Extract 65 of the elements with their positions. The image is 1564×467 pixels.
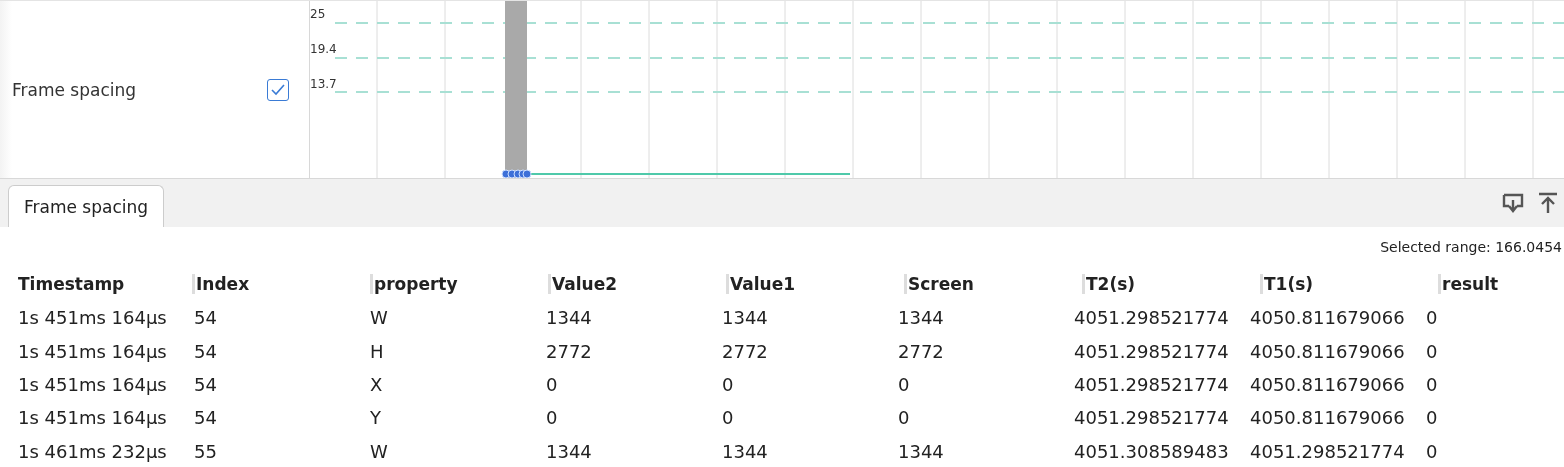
- table-cell-text: 2772: [897, 340, 945, 362]
- column-header[interactable]: Value1: [726, 274, 904, 294]
- table-cell-text: 0: [721, 407, 735, 429]
- column-header[interactable]: result: [1438, 274, 1564, 294]
- table-cell-text: 1s 451ms 164μs: [17, 373, 168, 395]
- check-icon: [270, 82, 286, 97]
- table-cell-text: 1344: [545, 440, 593, 462]
- table-cell-text: 1344: [545, 307, 593, 329]
- table-cell-text: H: [369, 340, 385, 362]
- table-cell-text: 1344: [897, 440, 945, 462]
- track-label: Frame spacing: [12, 79, 137, 100]
- upload-icon[interactable]: [1538, 192, 1558, 214]
- table-cell-text: 1344: [721, 307, 769, 329]
- table-cell-text: 4051.298521774: [1073, 373, 1230, 395]
- column-header[interactable]: Index: [192, 274, 370, 294]
- table-cell-text: 0: [1425, 440, 1439, 462]
- table-cell-text: 1s 451ms 164μs: [17, 307, 168, 329]
- table-cell-text: W: [369, 307, 389, 329]
- y-axis-label: 19.4: [310, 42, 337, 56]
- table-cell-text: 0: [1425, 373, 1439, 395]
- table-cell-text: 2772: [721, 340, 769, 362]
- column-header[interactable]: Screen: [904, 274, 1082, 294]
- table-cell-text: 1s 451ms 164μs: [17, 407, 168, 429]
- table-cell-text: 54: [193, 407, 218, 429]
- table-cell-text: 1s 451ms 164μs: [17, 340, 168, 362]
- table-cell-text: 4051.298521774: [1073, 307, 1230, 329]
- table-cell-text: 4050.811679066: [1249, 340, 1406, 362]
- table-cell-text: 0: [1425, 340, 1439, 362]
- table-cell-text: 0: [897, 373, 911, 395]
- column-header[interactable]: Value2: [548, 274, 726, 294]
- table-cell-text: 4051.308589483: [1073, 440, 1230, 462]
- table-cell-text: 54: [193, 340, 218, 362]
- table-cell-text: 0: [721, 373, 735, 395]
- table-cell-text: 54: [193, 307, 218, 329]
- table-cell-text: 4051.298521774: [1073, 407, 1230, 429]
- table-cell-text: 1344: [897, 307, 945, 329]
- table-cell-text: 4050.811679066: [1249, 373, 1406, 395]
- table-cell-text: X: [369, 373, 384, 395]
- selected-range: Selected range: 166.0454: [1380, 239, 1562, 255]
- table-cell-text: 0: [1425, 407, 1439, 429]
- table-cell-text: Y: [369, 407, 382, 429]
- table-cell-text: 54: [193, 373, 218, 395]
- table-cell-text: 4050.811679066: [1249, 407, 1406, 429]
- table-cell-text: 2772: [545, 340, 593, 362]
- table-cell-text: 0: [1425, 307, 1439, 329]
- table-cell-text: 0: [897, 407, 911, 429]
- table-cell-text: 4051.298521774: [1249, 440, 1406, 462]
- column-header[interactable]: Timestamp: [16, 274, 192, 294]
- column-header[interactable]: property: [370, 274, 548, 294]
- checkbox[interactable]: [267, 78, 289, 101]
- download-icon[interactable]: [1502, 192, 1524, 214]
- table-cell-text: 0: [545, 373, 559, 395]
- table-cell-text: 1s 461ms 232μs: [17, 440, 168, 462]
- column-header[interactable]: T1(s): [1260, 274, 1438, 294]
- table-cell-text: 4051.298521774: [1073, 340, 1230, 362]
- table-cell-text: 55: [193, 440, 218, 462]
- y-axis-label: 25: [310, 7, 326, 21]
- table-cell-text: 0: [545, 407, 559, 429]
- tab[interactable]: Frame spacing: [8, 185, 165, 227]
- y-axis-label: 13.7: [310, 77, 337, 91]
- table-cell-text: W: [369, 440, 389, 462]
- column-header[interactable]: T2(s): [1082, 274, 1260, 294]
- table-cell-text: 4050.811679066: [1249, 307, 1406, 329]
- table-cell-text: 1344: [721, 440, 769, 462]
- data-points[interactable]: [501, 169, 532, 178]
